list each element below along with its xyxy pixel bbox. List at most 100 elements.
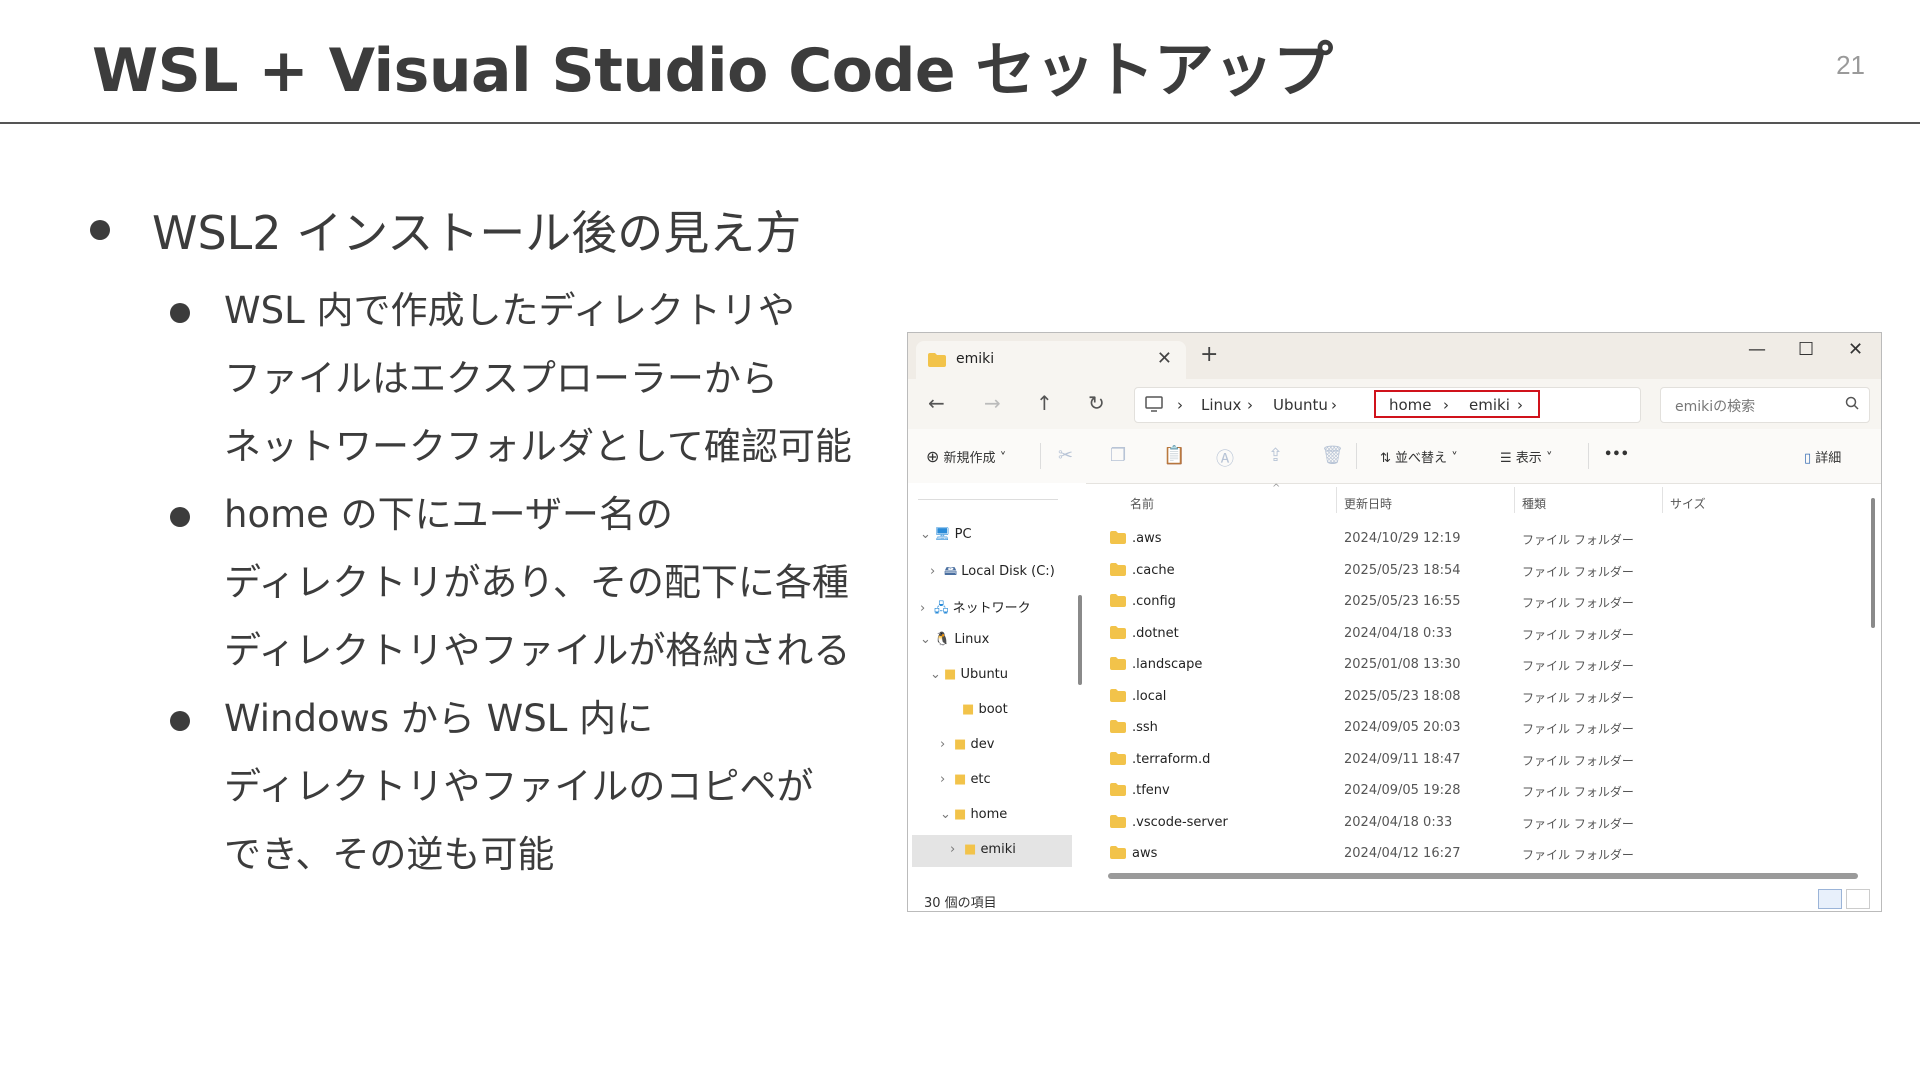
sub-bullet-line: ディレクトリやファイルのコピペが	[224, 765, 814, 808]
file-date: 2024/04/18 0:33	[1344, 625, 1453, 641]
file-name: .local	[1132, 688, 1167, 704]
file-date: 2024/09/05 19:28	[1344, 783, 1461, 798]
column-header-date[interactable]: 更新日時	[1344, 495, 1392, 512]
tiles-view-icon[interactable]	[1846, 889, 1870, 909]
new-tab-button[interactable]: +	[1200, 342, 1218, 367]
tree-item-linux[interactable]: ⌄ 🐧 Linux	[920, 632, 989, 647]
breadcrumb-home[interactable]: home	[1389, 396, 1432, 414]
tree-item-etc[interactable]: › ■ etc	[940, 772, 991, 787]
tree-label: emiki	[980, 842, 1016, 857]
file-row[interactable]: .landscape 2025/01/08 13:30 ファイル フォルダー	[1096, 651, 1836, 682]
refresh-icon[interactable]: ↻	[1088, 391, 1105, 415]
delete-icon[interactable]: 🗑	[1321, 445, 1344, 466]
close-tab-icon[interactable]: ✕	[1157, 348, 1172, 369]
file-type: ファイル フォルダー	[1522, 659, 1634, 673]
tree-chevron: ›	[930, 564, 936, 579]
chevron-right-icon: ›	[1517, 396, 1523, 414]
column-divider	[1514, 487, 1515, 513]
toolbar-divider	[1588, 443, 1589, 469]
chevron-right-icon: ›	[1247, 396, 1253, 414]
file-row[interactable]: .vscode-server 2024/04/18 0:33 ファイル フォルダー	[1096, 809, 1836, 840]
view-button[interactable]: ☰ 表示 ˅	[1500, 447, 1552, 466]
file-row[interactable]: .tfenv 2024/09/05 19:28 ファイル フォルダー	[1096, 777, 1836, 808]
main-bullet-text: WSL2 インストール後の見え方	[152, 206, 802, 260]
tree-chevron: ›	[940, 772, 946, 787]
file-type: ファイル フォルダー	[1522, 816, 1634, 831]
file-type: ファイル フォルダー	[1522, 564, 1634, 579]
tree-label: home	[970, 807, 1008, 822]
file-name: .dotnet	[1132, 625, 1179, 641]
minimize-button[interactable]: —	[1748, 339, 1766, 360]
close-window-button[interactable]: ✕	[1848, 339, 1863, 360]
nav-scrollbar[interactable]	[1078, 595, 1082, 685]
file-date: 2024/04/12 16:27	[1344, 846, 1461, 861]
more-options-button[interactable]: •••	[1604, 447, 1629, 462]
tree-item-network[interactable]: › 🖧 ネットワーク	[920, 597, 1031, 621]
tree-item-ubuntu[interactable]: ⌄ ■ Ubuntu	[930, 667, 1008, 682]
file-date: 2024/04/18 0:33	[1344, 814, 1453, 830]
command-bar: ⊕ 新規作成 ˅ ✂ ❐ 📋 Ⓐ ⇪ 🗑 ⇅ 並べ替え ˅ ☰ 表示 ˅ •••…	[908, 429, 1881, 484]
new-button[interactable]: ⊕ 新規作成 ˅	[926, 447, 1006, 466]
sort-button[interactable]: ⇅ 並べ替え ˅	[1380, 447, 1458, 466]
up-arrow-icon[interactable]: ↑	[1036, 391, 1053, 415]
file-row[interactable]: .dotnet 2024/04/18 0:33 ファイル フォルダー	[1096, 620, 1836, 651]
tree-chevron: ›	[940, 737, 946, 752]
column-header-type[interactable]: 種類	[1522, 495, 1546, 512]
back-arrow-icon[interactable]: ←	[928, 391, 945, 415]
copy-icon[interactable]: ❐	[1110, 445, 1126, 466]
penguin-icon: 🐧	[934, 632, 951, 647]
file-row[interactable]: .config 2025/05/23 16:55 ファイル フォルダー	[1096, 588, 1836, 619]
new-label: 新規作成	[943, 451, 996, 466]
file-row[interactable]: .terraform.d 2024/09/11 18:47 ファイル フォルダー	[1096, 746, 1836, 777]
forward-arrow-icon[interactable]: →	[984, 391, 1001, 415]
tree-item-pc[interactable]: ⌄ 🖥 PC	[920, 527, 972, 542]
tree-label: Ubuntu	[960, 667, 1009, 682]
sub-bullet-line: WSL 内で作成したディレクトリや	[224, 289, 795, 332]
rename-icon[interactable]: Ⓐ	[1216, 445, 1234, 471]
breadcrumb-emiki[interactable]: emiki	[1469, 396, 1510, 414]
breadcrumb-ubuntu[interactable]: Ubuntu	[1273, 396, 1328, 414]
navigation-bar: ← → ↑ ↻ › Linux › Ubuntu › home › emiki …	[908, 379, 1881, 429]
bullet-dot	[170, 507, 190, 527]
file-row[interactable]: .local 2025/05/23 18:08 ファイル フォルダー	[1096, 683, 1836, 714]
vertical-scrollbar[interactable]	[1871, 498, 1875, 628]
search-box[interactable]: emikiの検索	[1660, 387, 1870, 423]
file-name: aws	[1132, 846, 1158, 861]
tree-label: etc	[970, 772, 991, 787]
tree-chevron: ⌄	[930, 667, 941, 682]
folder-icon: ■	[954, 772, 967, 787]
monitor-icon	[1145, 396, 1163, 412]
cut-icon[interactable]: ✂	[1058, 445, 1073, 466]
tree-item-boot[interactable]: ■ boot	[948, 702, 1008, 717]
tree-item-local-disk[interactable]: › 🖴 Local Disk (C:)	[930, 562, 1055, 584]
tree-item-home[interactable]: ⌄ ■ home	[940, 807, 1007, 822]
address-bar[interactable]: › Linux › Ubuntu › home › emiki ›	[1134, 387, 1641, 423]
horizontal-scrollbar[interactable]	[1108, 873, 1858, 879]
file-name: .tfenv	[1132, 783, 1170, 798]
tree-label: PC	[954, 527, 972, 542]
tree-chevron: ›	[950, 842, 956, 857]
sub-bullet: home の下にユーザー名の ディレクトリがあり、その配下に各種 ディレクトリや…	[170, 481, 890, 685]
file-row[interactable]: .cache 2025/05/23 18:54 ファイル フォルダー	[1096, 557, 1836, 588]
file-row[interactable]: aws 2024/04/12 16:27 ファイル フォルダー	[1096, 840, 1836, 871]
tab-emiki[interactable]: emiki ✕	[916, 341, 1186, 379]
details-view-icon[interactable]	[1818, 889, 1842, 909]
tree-item-dev[interactable]: › ■ dev	[940, 737, 994, 752]
sub-bullet-line: Windows から WSL 内に	[224, 697, 654, 740]
sub-bullet-line: でき、その逆も可能	[224, 833, 555, 876]
breadcrumb-linux[interactable]: Linux	[1201, 396, 1241, 414]
tree-item-emiki[interactable]: › ■ emiki	[950, 842, 1016, 857]
share-icon[interactable]: ⇪	[1268, 445, 1283, 466]
tree-label: ネットワーク	[952, 601, 1031, 616]
file-row[interactable]: .aws 2024/10/29 12:19 ファイル フォルダー	[1096, 525, 1836, 556]
paste-icon[interactable]: 📋	[1163, 445, 1185, 466]
sort-icon: ⇅	[1380, 451, 1391, 466]
view-lines-icon: ☰	[1500, 451, 1512, 466]
maximize-button[interactable]: ☐	[1798, 339, 1814, 360]
column-header-size[interactable]: サイズ	[1670, 495, 1706, 512]
network-icon: 🖧	[934, 601, 949, 616]
column-header-name[interactable]: 名前	[1130, 495, 1154, 512]
file-row[interactable]: .ssh 2024/09/05 20:03 ファイル フォルダー	[1096, 714, 1836, 745]
file-type: ファイル フォルダー	[1522, 533, 1634, 547]
details-pane-button[interactable]: ▯ 詳細	[1804, 447, 1841, 466]
